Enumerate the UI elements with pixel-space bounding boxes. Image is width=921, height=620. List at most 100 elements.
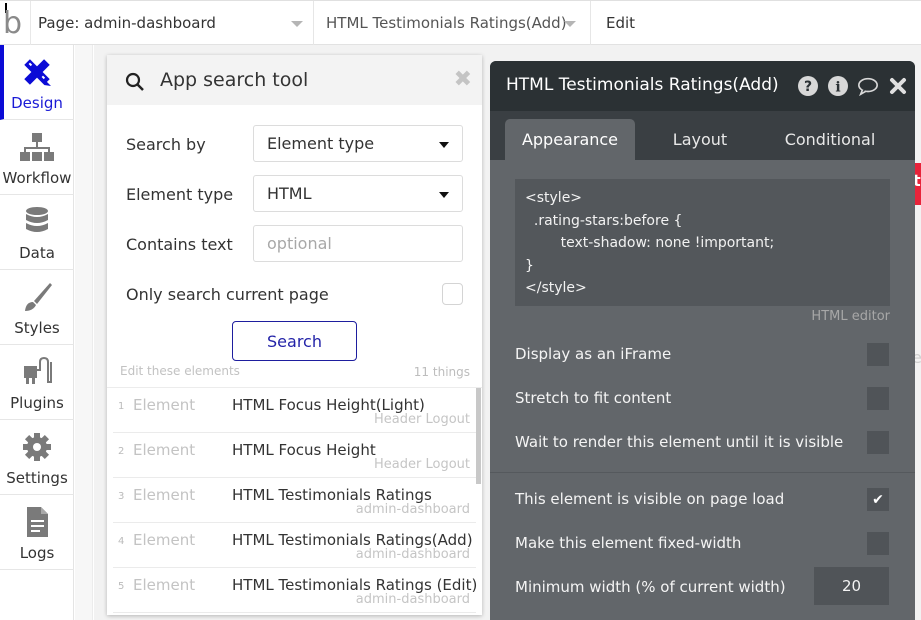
mode-selector[interactable]: Edit <box>591 1 921 45</box>
element-selector[interactable]: HTML Testimonials Ratings(Add) <box>314 1 591 45</box>
property-tabs: Appearance Layout Conditional <box>490 111 915 160</box>
results-scrollbar[interactable] <box>476 388 481 484</box>
search-button[interactable]: Search <box>232 321 357 361</box>
result-page: Header Logout <box>374 457 470 472</box>
result-name: HTML Focus Height <box>232 441 376 459</box>
option-label: Display as an iFrame <box>515 345 672 363</box>
tab-conditional[interactable]: Conditional <box>765 119 895 160</box>
option-label: Make this element fixed-width <box>515 534 742 552</box>
result-count: 11 things <box>413 365 470 379</box>
element-type-label: Element type <box>126 185 234 204</box>
result-page: admin-dashboard <box>355 547 470 562</box>
page-selector-label: Page: admin-dashboard <box>38 14 216 32</box>
plug-icon <box>24 357 52 384</box>
property-editor-title: HTML Testimonials Ratings(Add) <box>506 75 779 95</box>
result-type: Element <box>133 441 196 459</box>
html-editor-link[interactable]: HTML editor <box>811 309 890 324</box>
min-width-input[interactable] <box>814 567 889 605</box>
nav-label: Settings <box>6 469 68 487</box>
nav-item-styles[interactable]: Styles <box>0 270 74 345</box>
page-selector[interactable]: Page: admin-dashboard <box>31 1 314 45</box>
search-by-select[interactable]: Element type <box>253 125 463 162</box>
property-editor-header[interactable]: HTML Testimonials Ratings(Add) ? i <box>490 61 915 111</box>
tab-appearance[interactable]: Appearance <box>505 119 635 160</box>
nav-label: Styles <box>14 319 60 337</box>
result-row[interactable]: 3 Element HTML Testimonials Ratings admi… <box>113 478 476 523</box>
visible-on-load-checkbox[interactable]: ✔ <box>867 488 889 511</box>
result-page: admin-dashboard <box>355 502 470 517</box>
chevron-down-icon <box>291 21 303 27</box>
chevron-down-icon <box>564 21 576 27</box>
app-search-tool: App search tool ✖ Search by Element type… <box>107 55 482 615</box>
display-iframe-checkbox[interactable] <box>867 343 889 366</box>
wait-to-render-checkbox[interactable] <box>867 431 889 454</box>
only-current-page-label: Only search current page <box>126 285 329 304</box>
element-selector-label: HTML Testimonials Ratings(Add) <box>326 14 567 32</box>
ruler-gutter <box>75 45 93 620</box>
help-icon[interactable]: ? <box>797 75 819 97</box>
option-label: This element is visible on page load <box>515 490 785 508</box>
close-icon[interactable] <box>887 75 909 97</box>
edit-elements-label[interactable]: Edit these elements <box>120 364 240 378</box>
element-type-select[interactable]: HTML <box>253 175 463 212</box>
search-tool-header: App search tool ✖ <box>107 55 482 105</box>
svg-text:i: i <box>835 80 840 96</box>
result-type: Element <box>133 396 196 414</box>
left-nav: Design Workflow Data Styles Plugins Sett… <box>0 45 74 620</box>
nav-item-design[interactable]: Design <box>0 45 74 120</box>
result-type: Element <box>133 486 196 504</box>
search-icon <box>125 72 144 91</box>
nav-label: Data <box>19 244 55 262</box>
chevron-down-icon <box>439 142 449 148</box>
result-row[interactable]: 4 Element HTML Testimonials Ratings(Add)… <box>113 523 476 568</box>
element-type-value: HTML <box>267 184 312 203</box>
nav-label: Logs <box>19 544 55 562</box>
fixed-width-checkbox[interactable] <box>867 532 889 555</box>
search-tool-title: App search tool <box>160 69 309 91</box>
checkmark-icon: ✔ <box>872 491 884 508</box>
result-row[interactable]: 2 Element HTML Focus Height Header Logou… <box>113 433 476 478</box>
comment-icon[interactable] <box>857 75 879 97</box>
chevron-down-icon <box>439 192 449 198</box>
nav-label: Design <box>11 94 63 112</box>
info-icon[interactable]: i <box>827 75 849 97</box>
tab-layout[interactable]: Layout <box>645 119 755 160</box>
result-number: 2 <box>118 446 125 457</box>
min-width-label: Minimum width (% of current width) <box>515 578 786 596</box>
result-row[interactable]: 1 Element HTML Focus Height(Light) Heade… <box>113 388 476 433</box>
option-label: Wait to render this element until it is … <box>515 433 844 451</box>
logo-glyph: b <box>3 6 23 41</box>
contains-text-label: Contains text <box>126 235 233 254</box>
svg-text:?: ? <box>804 79 812 95</box>
only-current-page-checkbox[interactable] <box>442 283 463 305</box>
contains-text-input[interactable] <box>253 225 463 262</box>
close-icon[interactable]: ✖ <box>454 67 472 92</box>
result-number: 1 <box>118 401 125 412</box>
document-icon <box>27 507 48 537</box>
top-bar: b Page: admin-dashboard HTML Testimonial… <box>0 0 921 45</box>
result-type: Element <box>133 576 196 594</box>
result-row[interactable]: 5 Element HTML Testimonials Ratings (Edi… <box>113 568 477 613</box>
brush-icon <box>25 283 52 311</box>
search-by-value: Element type <box>267 134 375 153</box>
bubble-logo[interactable]: b <box>0 1 31 45</box>
nav-item-logs[interactable]: Logs <box>0 495 74 570</box>
stretch-content-checkbox[interactable] <box>867 387 889 410</box>
result-number: 4 <box>118 536 125 547</box>
search-by-label: Search by <box>126 135 206 154</box>
nav-label: Plugins <box>10 394 64 412</box>
property-editor: HTML Testimonials Ratings(Add) ? i Appea… <box>490 61 915 620</box>
result-page: Header Logout <box>374 412 470 427</box>
html-code-editor[interactable]: <style> .rating-stars:before { text-shad… <box>515 179 890 306</box>
nav-item-settings[interactable]: Settings <box>0 420 74 495</box>
result-type: Element <box>133 531 196 549</box>
nav-item-data[interactable]: Data <box>0 195 74 270</box>
mode-label: Edit <box>606 14 636 32</box>
option-label: Stretch to fit content <box>515 389 672 407</box>
nav-item-workflow[interactable]: Workflow <box>0 120 74 195</box>
nav-label: Workflow <box>2 169 72 187</box>
design-icon <box>24 59 51 86</box>
result-number: 3 <box>118 491 125 502</box>
result-page: admin-dashboard <box>355 592 470 607</box>
nav-item-plugins[interactable]: Plugins <box>0 345 74 420</box>
